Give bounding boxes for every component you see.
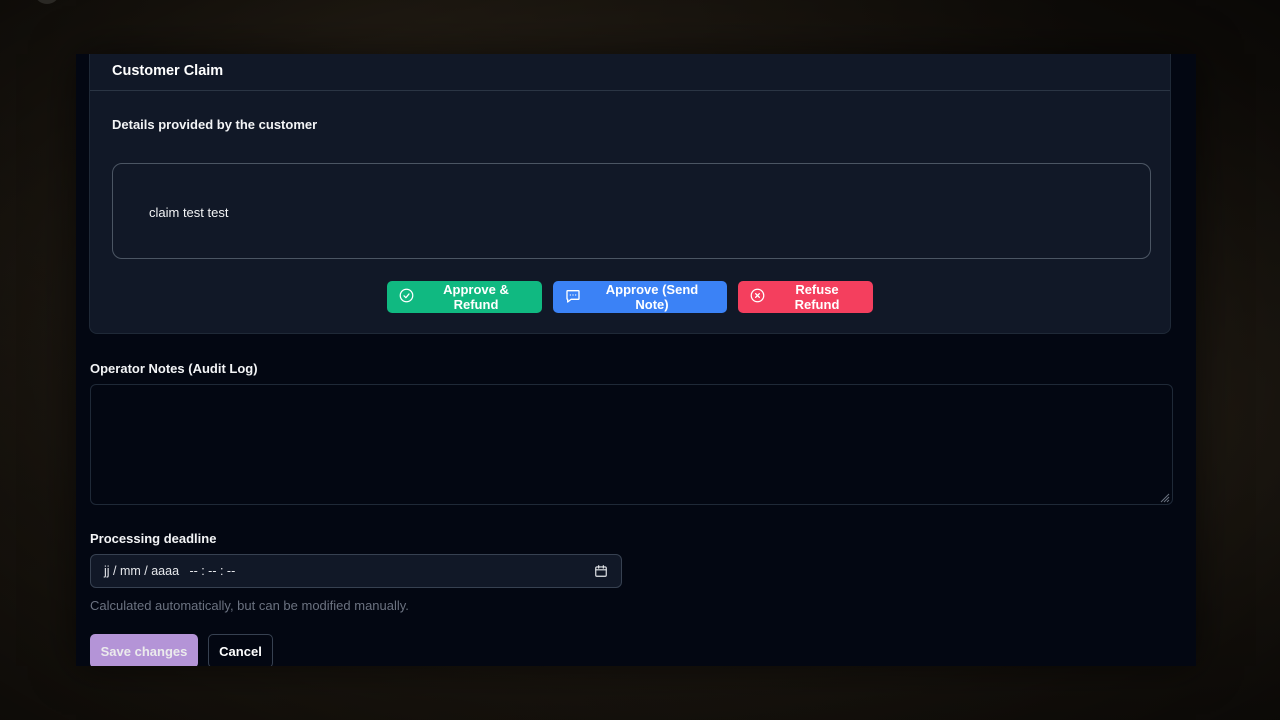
x-circle-icon	[750, 288, 765, 306]
operator-notes-input[interactable]	[90, 384, 1173, 505]
claim-card-title: Customer Claim	[112, 62, 224, 79]
claim-card-header: Customer Claim	[90, 54, 1170, 91]
processing-deadline-input[interactable]: jj / mm / aaaa -- : -- : --	[90, 554, 622, 588]
approve-refund-label: Approve & Refund	[443, 282, 509, 312]
operator-notes-label: Operator Notes (Audit Log)	[90, 361, 258, 376]
claim-details-label: Details provided by the customer	[112, 117, 318, 132]
processing-deadline-value: jj / mm / aaaa -- : -- : --	[104, 564, 236, 578]
approve-send-note-button[interactable]: Approve (Send Note)	[553, 281, 727, 313]
refuse-refund-button[interactable]: Refuse Refund	[738, 281, 873, 313]
claim-actions: Approve & Refund Approve (Send Note) Ref…	[90, 281, 1170, 313]
message-square-icon	[565, 288, 581, 307]
resize-handle-icon[interactable]	[1159, 492, 1170, 503]
claim-modal: Customer Claim Details provided by the c…	[76, 54, 1196, 666]
save-changes-button[interactable]: Save changes	[90, 634, 198, 666]
background-corner-shape	[34, 0, 60, 4]
cancel-button[interactable]: Cancel	[208, 634, 273, 666]
customer-claim-card: Customer Claim Details provided by the c…	[89, 54, 1171, 334]
processing-deadline-label: Processing deadline	[90, 531, 217, 546]
refuse-refund-label: Refuse Refund	[794, 282, 840, 312]
deadline-help-text: Calculated automatically, but can be mod…	[90, 598, 409, 613]
check-circle-icon	[399, 288, 414, 306]
approve-refund-button[interactable]: Approve & Refund	[387, 281, 542, 313]
approve-send-note-label: Approve (Send Note)	[605, 282, 699, 312]
claim-details-text: claim test test	[149, 204, 229, 220]
claim-details-box: claim test test	[112, 163, 1151, 259]
calendar-icon[interactable]	[594, 564, 608, 578]
